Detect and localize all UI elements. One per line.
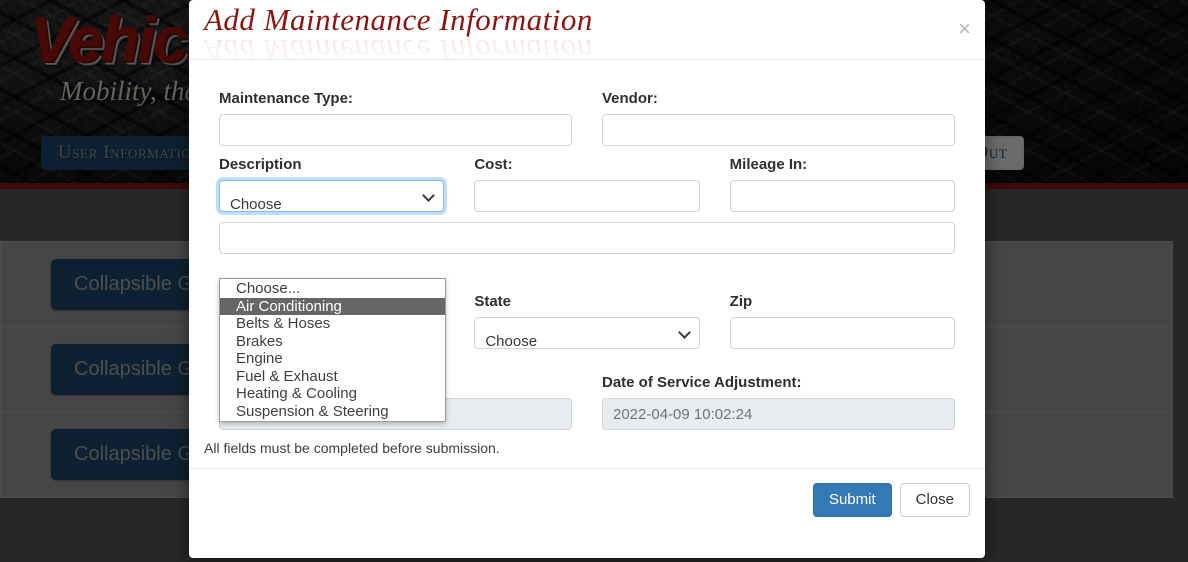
close-button[interactable]: Close (899, 483, 970, 517)
description-option[interactable]: Engine (220, 350, 445, 368)
vendor-label: Vendor: (602, 90, 658, 107)
mileage-in-input[interactable] (729, 180, 955, 212)
description-option[interactable]: Fuel & Exhaust (220, 368, 445, 386)
description-label: Description (219, 156, 302, 173)
description-dropdown-list[interactable]: Choose... Air Conditioning Belts & Hoses Br… (219, 278, 446, 422)
date-of-service-adjustment-input[interactable] (602, 398, 955, 430)
page-root: Vehicle Mobility, the User Information L… (0, 0, 1188, 562)
zip-label: Zip (729, 293, 753, 310)
description-option[interactable]: Air Conditioning (220, 297, 445, 315)
maintenance-type-label: Maintenance Type: (219, 90, 353, 107)
description-select[interactable] (219, 180, 445, 212)
field-vendor: Vendor: (587, 90, 970, 146)
state-label: State (474, 293, 512, 310)
form-row-3 (204, 222, 970, 254)
description-option[interactable]: Belts & Hoses (220, 315, 445, 333)
field-maintenance-type: Maintenance Type: (204, 90, 587, 146)
submit-button[interactable]: Submit (812, 483, 892, 517)
state-select-wrapper[interactable]: Choose (474, 317, 700, 350)
form-row-1: Maintenance Type: Vendor: (204, 90, 970, 146)
add-maintenance-modal: Add Maintenance Information Add Maintena… (189, 0, 985, 558)
description-option[interactable]: Choose... (220, 280, 445, 298)
address-input[interactable] (219, 222, 955, 254)
description-option[interactable]: Heating & Cooling (220, 385, 445, 403)
mileage-in-label: Mileage In: (729, 156, 808, 173)
form-validation-note: All fields must be completed before subm… (204, 440, 500, 456)
description-option[interactable]: Brakes (220, 333, 445, 351)
form-row-2: Description Choose Cost: Mileage In: (204, 156, 970, 213)
modal-title: Add Maintenance Information (204, 2, 593, 37)
zip-input[interactable] (729, 317, 955, 349)
field-state: State Choose (459, 293, 714, 350)
description-select-wrapper[interactable]: Choose (219, 180, 445, 213)
field-date-of-service-adjustment: Date of Service Adjustment: (587, 374, 970, 430)
field-cost: Cost: (459, 156, 714, 212)
description-option[interactable]: Suspension & Steering (220, 403, 445, 421)
vendor-input[interactable] (602, 114, 955, 146)
cost-input[interactable] (474, 180, 700, 212)
field-mileage-in: Mileage In: (715, 156, 970, 212)
maintenance-type-input[interactable] (219, 114, 572, 146)
close-icon[interactable]: × (958, 18, 971, 40)
modal-body: Maintenance Type: Vendor: Description Ch… (189, 60, 985, 466)
date-of-service-adjustment-label: Date of Service Adjustment: (602, 374, 802, 391)
modal-footer: Submit Close (189, 468, 985, 558)
state-select[interactable] (474, 317, 700, 349)
field-description: Description Choose (204, 156, 459, 213)
field-zip: Zip (715, 293, 970, 349)
field-address (204, 222, 970, 254)
modal-header: Add Maintenance Information Add Maintena… (189, 0, 985, 68)
cost-label: Cost: (474, 156, 513, 173)
